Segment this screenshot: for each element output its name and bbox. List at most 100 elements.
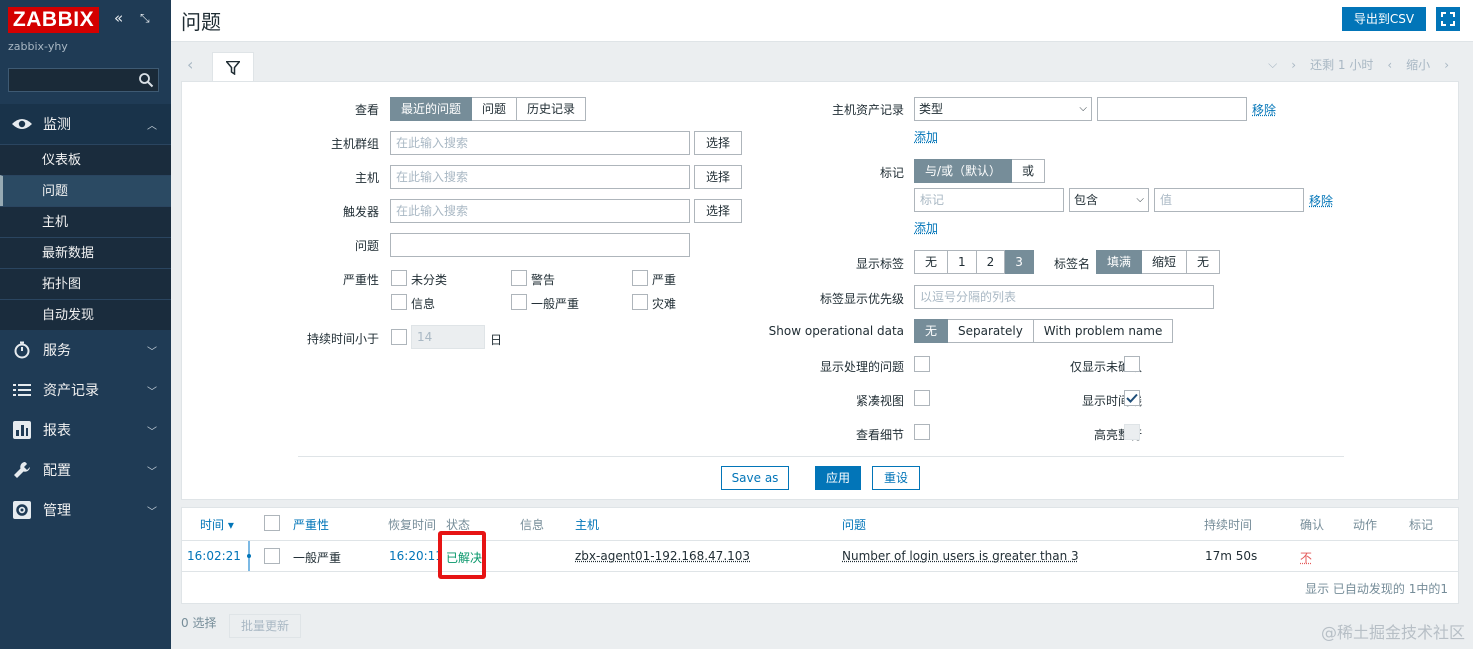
severity-average-checkbox[interactable] xyxy=(511,294,527,310)
nav-configuration[interactable]: 配置 ﹀ xyxy=(0,450,171,490)
tag-operator-select[interactable]: 包含 ⌵ xyxy=(1069,188,1149,212)
trigger-select-button[interactable]: 选择 xyxy=(694,199,742,223)
view-option-recent[interactable]: 最近的问题 xyxy=(390,97,473,121)
problems-table: 时间 ▾ 严重性 恢复时间 状态 信息 主机 问题 持续时间 确认 动作 标记 … xyxy=(181,507,1459,604)
highlight-checkbox[interactable] xyxy=(1124,424,1140,440)
severity-not-classified-checkbox[interactable] xyxy=(391,270,407,286)
inventory-value-input[interactable] xyxy=(1097,97,1247,121)
tag-name-short[interactable]: 缩短 xyxy=(1142,250,1188,274)
nav-inventory[interactable]: 资产记录 ﹀ xyxy=(0,370,171,410)
zabbix-logo[interactable]: ZABBIX xyxy=(8,7,99,33)
severity-option-label: 未分类 xyxy=(411,273,448,287)
timeline-checkbox[interactable] xyxy=(1124,390,1140,406)
compact-checkbox[interactable] xyxy=(914,390,930,406)
opdata-none[interactable]: 无 xyxy=(914,319,949,343)
chevron-left-icon[interactable]: ‹ xyxy=(187,55,193,74)
severity-warning-checkbox[interactable] xyxy=(511,270,527,286)
zoom-out-button[interactable]: 缩小 xyxy=(1406,56,1430,73)
view-option-history[interactable]: 历史记录 xyxy=(517,97,587,121)
tag-priority-input[interactable]: 以逗号分隔的列表 xyxy=(914,285,1214,309)
time-back-label[interactable]: 还剩 1 小时 xyxy=(1310,56,1373,73)
export-csv-button[interactable]: 导出到CSV xyxy=(1342,7,1426,31)
age-days-input[interactable]: 14 xyxy=(411,325,485,349)
opdata-separately[interactable]: Separately xyxy=(948,319,1034,343)
fullscreen-button[interactable] xyxy=(1436,7,1460,31)
severity-high-checkbox[interactable] xyxy=(632,270,648,286)
server-name: zabbix-yhy xyxy=(8,40,68,53)
tag-remove-link[interactable]: 移除 xyxy=(1309,192,1333,209)
problem-link[interactable]: Number of login users is greater than 3 xyxy=(842,549,1079,563)
select-all-checkbox[interactable] xyxy=(264,515,280,531)
submenu-problems[interactable]: 问题 xyxy=(0,175,171,206)
submenu-latest-data[interactable]: 最新数据 xyxy=(0,237,171,268)
annotation-highlight-box xyxy=(438,531,486,579)
tags-eval-control: 与/或（默认） 或 xyxy=(914,159,1046,183)
severity-cell: 一般严重 xyxy=(293,551,342,565)
nav-reports[interactable]: 报表 ﹀ xyxy=(0,410,171,450)
tags-eval-and-or[interactable]: 与/或（默认） xyxy=(914,159,1013,183)
column-header-time[interactable]: 时间 ▾ xyxy=(200,516,234,533)
filter-panel: 查看 最近的问题 问题 历史记录 主机群组 在此输入搜索 选择 主机 在此输入搜… xyxy=(181,81,1459,500)
inventory-add-link[interactable]: 添加 xyxy=(914,128,938,145)
inventory-remove-link[interactable]: 移除 xyxy=(1252,101,1276,118)
severity-disaster-checkbox[interactable] xyxy=(632,294,648,310)
tag-name-none[interactable]: 无 xyxy=(1187,250,1221,274)
kiosk-mode-icon[interactable]: ⤡ xyxy=(140,11,150,26)
column-header-duration: 持续时间 xyxy=(1204,518,1253,532)
details-checkbox[interactable] xyxy=(914,424,930,440)
apply-button[interactable]: 应用 xyxy=(815,466,861,490)
tag-name-input[interactable]: 标记 xyxy=(914,188,1064,212)
inventory-field-select[interactable]: 类型 ⌵ xyxy=(914,97,1092,121)
submenu-dashboard[interactable]: 仪表板 xyxy=(0,144,171,175)
age-checkbox[interactable] xyxy=(391,329,407,345)
search-icon[interactable] xyxy=(138,72,154,88)
nav-administration[interactable]: 管理 ﹀ xyxy=(0,490,171,530)
chevron-right-icon[interactable]: › xyxy=(1444,58,1449,72)
chevron-down-icon: ⌵ xyxy=(1079,103,1087,114)
collapse-sidebar-icon[interactable]: « xyxy=(114,9,123,27)
column-header-recovery: 恢复时间 xyxy=(388,518,437,532)
column-header-host[interactable]: 主机 xyxy=(575,516,599,533)
problem-input[interactable] xyxy=(390,233,690,257)
trigger-input[interactable]: 在此输入搜索 xyxy=(390,199,690,223)
tag-add-link[interactable]: 添加 xyxy=(914,219,938,236)
nav-services[interactable]: 服务 ﹀ xyxy=(0,330,171,370)
show-suppressed-checkbox[interactable] xyxy=(914,356,930,372)
recovery-time-link[interactable]: 16:20:11 xyxy=(389,549,443,563)
show-tags-none[interactable]: 无 xyxy=(914,250,949,274)
reset-button[interactable]: 重设 xyxy=(872,466,920,490)
show-tags-3[interactable]: 3 xyxy=(1005,250,1034,274)
column-header-problem[interactable]: 问题 xyxy=(842,516,866,533)
host-select-button[interactable]: 选择 xyxy=(694,165,742,189)
nav-monitoring[interactable]: 监测 ︿ xyxy=(0,104,171,144)
sidebar-search-input[interactable] xyxy=(8,68,159,92)
tags-eval-or[interactable]: 或 xyxy=(1012,159,1046,183)
tag-value-input[interactable]: 值 xyxy=(1154,188,1304,212)
hostgroup-input[interactable]: 在此输入搜索 xyxy=(390,131,690,155)
view-option-problems[interactable]: 问题 xyxy=(472,97,518,121)
host-input[interactable]: 在此输入搜索 xyxy=(390,165,690,189)
row-checkbox[interactable] xyxy=(264,548,280,564)
save-as-button[interactable]: Save as xyxy=(721,466,789,490)
host-link[interactable]: zbx-agent01-192.168.47.103 xyxy=(575,549,750,563)
severity-information-checkbox[interactable] xyxy=(391,294,407,310)
submenu-maps[interactable]: 拓扑图 xyxy=(0,268,171,299)
problem-time-link[interactable]: 16:02:21 xyxy=(187,549,241,563)
mass-update-button[interactable]: 批量更新 xyxy=(229,614,301,638)
chevron-down-icon[interactable]: ⌵ xyxy=(1268,57,1277,72)
show-tags-label: 显示标签 xyxy=(855,257,904,271)
opdata-with-name[interactable]: With problem name xyxy=(1033,319,1174,343)
chevron-left-icon[interactable]: ‹ xyxy=(1387,58,1392,72)
chevron-left-icon[interactable]: › xyxy=(1291,58,1296,72)
duration-cell: 17m 50s xyxy=(1205,549,1258,563)
show-tags-1[interactable]: 1 xyxy=(948,250,977,274)
show-tags-2[interactable]: 2 xyxy=(976,250,1006,274)
tag-name-full[interactable]: 填满 xyxy=(1096,250,1143,274)
unack-checkbox[interactable] xyxy=(1124,356,1140,372)
column-header-severity[interactable]: 严重性 xyxy=(293,516,329,533)
ack-link[interactable]: 不 xyxy=(1300,549,1312,566)
submenu-hosts[interactable]: 主机 xyxy=(0,206,171,237)
filter-tab[interactable] xyxy=(212,52,254,83)
submenu-discovery[interactable]: 自动发现 xyxy=(0,299,171,330)
hostgroup-select-button[interactable]: 选择 xyxy=(694,131,742,155)
